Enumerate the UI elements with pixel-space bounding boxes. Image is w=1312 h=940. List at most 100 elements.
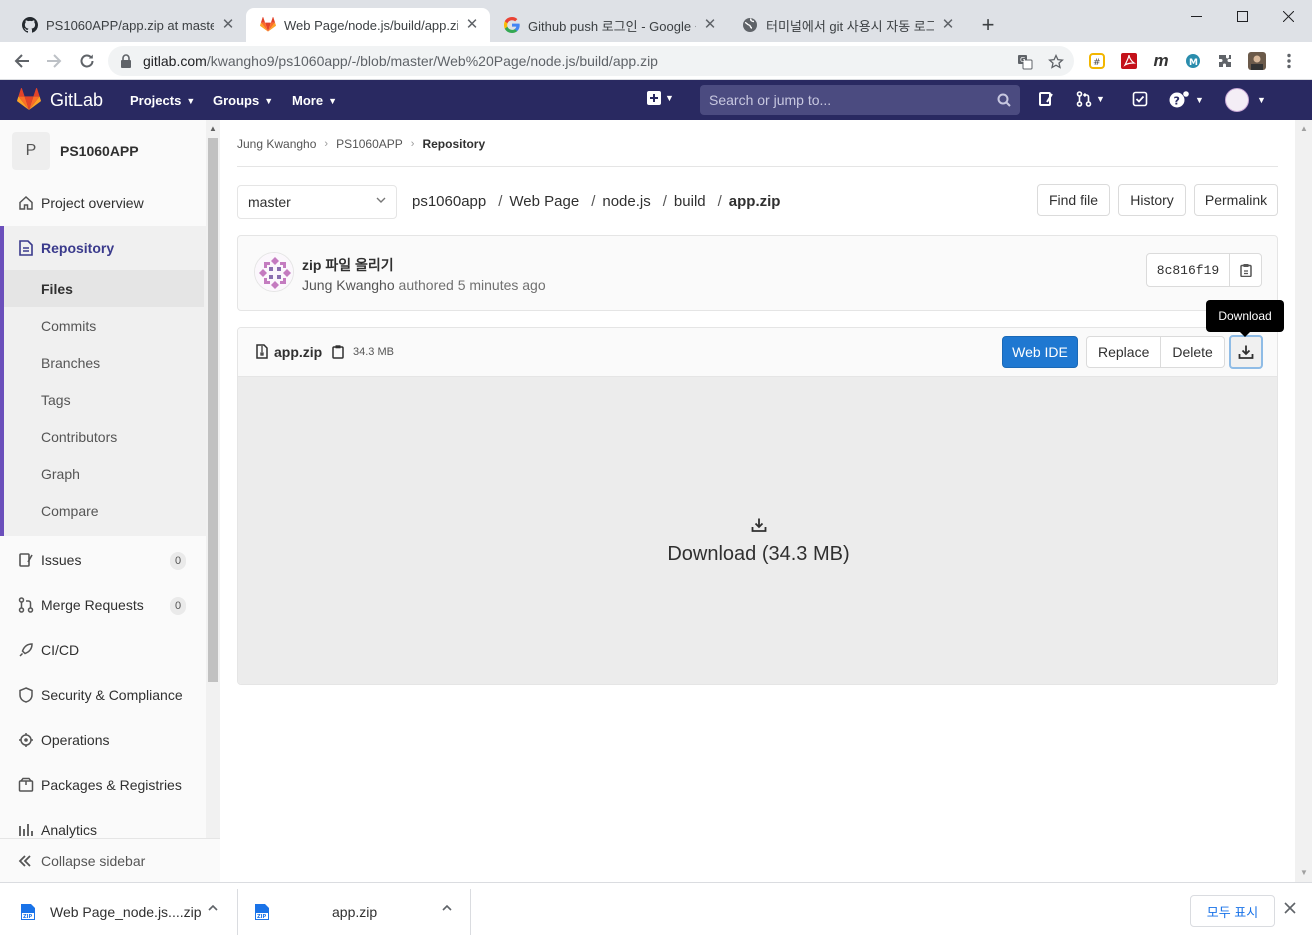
merge-requests-count-badge: 0 (170, 597, 186, 615)
shield-icon (18, 687, 34, 703)
translate-icon[interactable]: G (1016, 53, 1034, 71)
extension-m-badge-icon[interactable]: M (1184, 52, 1202, 70)
download-item[interactable]: ZIP Web Page_node.js....zip (20, 883, 226, 940)
copy-path-icon[interactable] (332, 344, 344, 359)
commit-author[interactable]: Jung Kwangho (302, 277, 395, 293)
branch-selector[interactable]: master (237, 185, 397, 219)
forward-arrow-icon[interactable] (42, 49, 66, 73)
browser-tab-github[interactable]: PS1060APP/app.zip at master · kwangho9/P… (8, 8, 246, 42)
browser-tab-blog[interactable]: 터미널에서 git 사용시 자동 로그인 ✕ (728, 8, 966, 42)
bookmark-star-icon[interactable] (1047, 53, 1065, 71)
scroll-down-arrow-icon[interactable]: ▼ (1300, 868, 1308, 877)
sidebar-subitem-files[interactable]: Files (4, 270, 204, 307)
sidebar-subitem-compare[interactable]: Compare (0, 492, 206, 529)
todos-nav-icon[interactable] (1132, 91, 1148, 107)
url-text: gitlab.com/kwangho9/ps1060app/-/blob/mas… (143, 53, 658, 69)
page-scrollbar[interactable]: ▲ ▼ (1295, 120, 1312, 882)
find-file-button[interactable]: Find file (1037, 184, 1110, 216)
path-separator: / (662, 193, 667, 210)
groups-menu[interactable]: Groups ▼ (213, 93, 273, 108)
breadcrumb-project[interactable]: PS1060APP (336, 137, 403, 151)
address-bar[interactable]: gitlab.com/kwangho9/ps1060app/-/blob/mas… (108, 46, 1074, 76)
close-icon[interactable]: ✕ (702, 17, 718, 33)
chevron-up-icon[interactable] (208, 905, 218, 911)
search-icon[interactable] (997, 93, 1011, 107)
help-menu[interactable]: ? ▼ (1169, 91, 1204, 109)
download-link[interactable]: Download (34.3 MB) (238, 517, 1277, 566)
new-tab-button[interactable]: + (976, 14, 1000, 38)
tab-title: 터미널에서 git 사용시 자동 로그인 (766, 18, 934, 34)
extension-m-icon[interactable]: m (1152, 51, 1170, 70)
sidebar-subitem-commits[interactable]: Commits (0, 307, 206, 344)
show-all-downloads-button[interactable]: 모두 표시 (1190, 895, 1275, 927)
sidebar-item-ci-cd[interactable]: CI/CD (0, 633, 206, 667)
back-arrow-icon[interactable] (10, 49, 34, 73)
sidebar-subitem-branches[interactable]: Branches (0, 344, 206, 381)
download-item[interactable]: ZIP app.zip (254, 883, 460, 940)
close-icon[interactable]: ✕ (940, 17, 956, 33)
search-box[interactable] (700, 85, 1020, 115)
history-button[interactable]: History (1118, 184, 1186, 216)
commit-title[interactable]: zip 파일 올리기 (302, 255, 394, 275)
user-menu[interactable]: ▼ (1225, 88, 1266, 112)
path-segment[interactable]: build (674, 193, 706, 210)
profile-avatar[interactable] (1248, 52, 1266, 70)
more-menu[interactable]: More ▼ (292, 93, 337, 108)
close-icon[interactable]: ✕ (464, 17, 480, 33)
path-segment[interactable]: node.js (602, 193, 650, 210)
puzzle-icon[interactable] (1216, 52, 1234, 70)
collapse-sidebar-button[interactable]: Collapse sidebar (0, 838, 220, 882)
browser-tab-google[interactable]: Github push 로그인 - Google 검색 ✕ (490, 8, 728, 42)
maximize-icon[interactable] (1219, 0, 1265, 32)
sidebar-item-packages[interactable]: Packages & Registries (0, 768, 206, 802)
close-icon[interactable] (1284, 902, 1296, 914)
sidebar-subitem-contributors[interactable]: Contributors (0, 418, 206, 455)
sidebar-project-header[interactable]: P PS1060APP (12, 132, 139, 170)
sidebar-item-issues[interactable]: Issues 0 (0, 543, 206, 577)
reload-icon[interactable] (75, 49, 99, 73)
menu-dots-icon[interactable] (1280, 52, 1298, 70)
download-button[interactable] (1229, 335, 1263, 369)
close-icon[interactable]: ✕ (220, 17, 236, 33)
browser-tab-gitlab[interactable]: Web Page/node.js/build/app.zip · master … (246, 8, 490, 42)
projects-menu[interactable]: Projects ▼ (130, 93, 195, 108)
path-file[interactable]: app.zip (729, 193, 781, 210)
svg-text:M: M (1189, 58, 1198, 68)
sidebar-item-repository[interactable]: Repository (4, 231, 206, 265)
acrobat-icon[interactable] (1120, 52, 1138, 70)
sidebar-subitem-graph[interactable]: Graph (0, 455, 206, 492)
issues-nav-icon[interactable] (1038, 91, 1054, 107)
chevron-up-icon[interactable] (442, 905, 452, 911)
avatar[interactable] (254, 252, 294, 292)
path-segment[interactable]: Web Page (509, 193, 579, 210)
sidebar-item-operations[interactable]: Operations (0, 723, 206, 757)
extension-hash-icon[interactable]: # (1088, 52, 1106, 70)
sidebar-item-merge-requests[interactable]: Merge Requests 0 (0, 588, 206, 622)
breadcrumb-user[interactable]: Jung Kwangho (237, 137, 316, 151)
commit-sha[interactable]: 8c816f19 (1146, 253, 1230, 287)
new-item-dropdown[interactable]: ▼ (647, 91, 674, 105)
delete-button[interactable]: Delete (1161, 336, 1225, 368)
chevron-right-icon: › (410, 138, 415, 150)
sidebar-item-project-overview[interactable]: Project overview (0, 186, 206, 220)
sidebar-subitem-tags[interactable]: Tags (0, 381, 206, 418)
breadcrumb-current[interactable]: Repository (422, 137, 485, 151)
sidebar-scrollbar[interactable]: ▲ (206, 120, 220, 882)
path-segment[interactable]: ps1060app (412, 193, 486, 210)
scrollbar-thumb[interactable] (208, 138, 218, 682)
download-icon (751, 517, 767, 533)
scroll-up-arrow-icon[interactable]: ▲ (209, 124, 217, 133)
replace-button[interactable]: Replace (1086, 336, 1162, 368)
sidebar-item-security[interactable]: Security & Compliance (0, 678, 206, 712)
chevron-down-icon: ▼ (665, 93, 674, 103)
file-name: app.zip (274, 344, 323, 360)
scroll-up-arrow-icon[interactable]: ▲ (1300, 124, 1308, 133)
window-close-icon[interactable] (1265, 0, 1311, 32)
search-input[interactable] (700, 85, 990, 115)
minimize-icon[interactable] (1173, 0, 1219, 32)
copy-sha-button[interactable] (1230, 253, 1262, 287)
web-ide-button[interactable]: Web IDE (1002, 336, 1078, 368)
gitlab-logo[interactable]: GitLab (16, 88, 103, 112)
permalink-button[interactable]: Permalink (1194, 184, 1278, 216)
merge-requests-nav[interactable]: ▼ (1076, 91, 1105, 107)
